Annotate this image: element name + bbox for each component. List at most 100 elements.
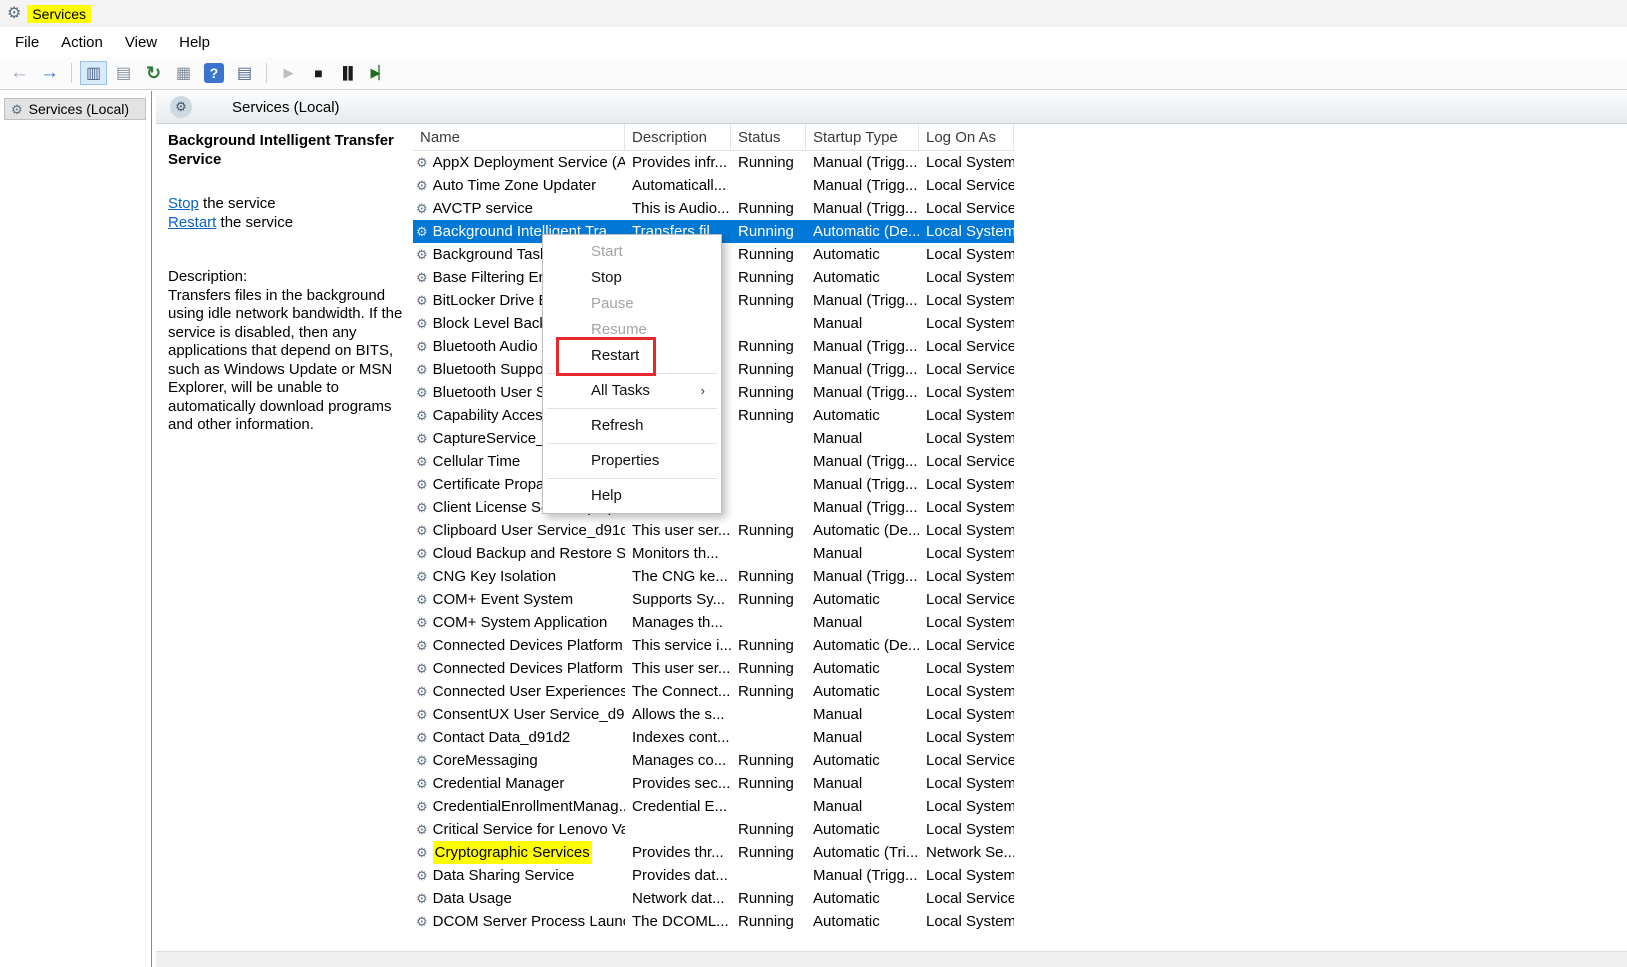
service-row[interactable]: ⚙ COM+ System Application Manages th... … [413,611,1014,634]
titlebar: ⚙ Services [0,0,1627,27]
service-gear-icon: ⚙ [416,731,428,744]
back-icon[interactable]: ← [6,61,33,85]
service-row[interactable]: ⚙ Critical Service for Lenovo Va... Runn… [413,818,1014,841]
column-header-startup-type[interactable]: Startup Type [806,124,919,150]
help-icon[interactable]: ? [204,63,224,83]
column-header-log-on-as[interactable]: Log On As [919,124,1014,150]
service-gear-icon: ⚙ [416,317,428,330]
show-console-tree-icon[interactable]: ▥ [80,61,107,85]
refresh-icon[interactable]: ↻ [140,61,167,85]
stop-service-link[interactable]: Stop [168,195,199,212]
context-menu-item-refresh[interactable]: Refresh [545,413,719,439]
service-row[interactable]: ⚙ CredentialEnrollmentManag... Credentia… [413,795,1014,818]
column-header-name[interactable]: ⌃ Name [413,124,625,150]
service-row[interactable]: ⚙ AppX Deployment Service (A... Provides… [413,151,1014,174]
service-status [731,450,806,473]
context-menu-item-properties[interactable]: Properties [545,448,719,474]
service-name-cell: ⚙ Connected Devices Platform ... [413,634,625,657]
service-log-on-as: Local System [919,312,1014,335]
menu-view[interactable]: View [114,30,168,55]
service-row[interactable]: ⚙ Connected Devices Platform ... This us… [413,657,1014,680]
service-gear-icon: ⚙ [416,524,428,537]
service-status: Running [731,749,806,772]
service-status [731,473,806,496]
restart-service-line: Restart the service [168,214,416,233]
service-startup-type: Automatic [806,910,919,933]
service-row[interactable]: ⚙ DCOM Server Process Launc... The DCOML… [413,910,1014,933]
main-header-title: Services (Local) [232,99,340,116]
restart-service-link[interactable]: Restart [168,214,216,231]
service-startup-type: Manual [806,312,919,335]
show-action-pane-icon[interactable]: ▤ [231,61,258,85]
service-gear-icon: ⚙ [416,547,428,560]
service-startup-type: Automatic [806,243,919,266]
service-log-on-as: Local System [919,289,1014,312]
service-name-cell: ⚙ Cryptographic Services [413,841,625,864]
export-list-icon[interactable]: ▦ [170,61,197,85]
service-name: DCOM Server Process Launc... [433,910,625,933]
forward-icon[interactable]: → [36,61,63,85]
stop-service-icon[interactable]: ■ [305,61,332,85]
service-row[interactable]: ⚙ AVCTP service This is Audio... Running… [413,197,1014,220]
context-menu-item-stop[interactable]: Stop [545,265,719,291]
service-gear-icon: ⚙ [416,363,428,376]
service-gear-icon: ⚙ [416,225,428,238]
service-log-on-as: Local System [919,496,1014,519]
service-row[interactable]: ⚙ CNG Key Isolation The CNG ke... Runnin… [413,565,1014,588]
service-row[interactable]: ⚙ Contact Data_d91d2 Indexes cont... Man… [413,726,1014,749]
service-row[interactable]: ⚙ Connected User Experiences ... The Con… [413,680,1014,703]
service-startup-type: Manual [806,427,919,450]
stop-service-suffix: the service [199,195,276,212]
context-menu-item-all-tasks[interactable]: All Tasks› [545,378,719,404]
restart-service-icon[interactable]: ▶▏ [365,61,392,85]
service-row[interactable]: ⚙ COM+ Event System Supports Sy... Runni… [413,588,1014,611]
menu-separator [547,443,717,444]
service-status: Running [731,197,806,220]
properties-icon[interactable]: ▤ [110,61,137,85]
service-row[interactable]: ⚙ CoreMessaging Manages co... Running Au… [413,749,1014,772]
service-gear-icon: ⚙ [416,340,428,353]
context-menu-item-help[interactable]: Help [545,483,719,509]
context-menu-item-restart[interactable]: Restart [545,343,719,369]
service-row[interactable]: ⚙ Auto Time Zone Updater Automaticall...… [413,174,1014,197]
service-row[interactable]: ⚙ Credential Manager Provides sec... Run… [413,772,1014,795]
service-name: Credential Manager [433,772,565,795]
service-name-cell: ⚙ AppX Deployment Service (A... [413,151,625,174]
service-log-on-as: Local System [919,726,1014,749]
column-header-status[interactable]: Status [731,124,806,150]
menu-help[interactable]: Help [168,30,221,55]
service-status [731,703,806,726]
service-row[interactable]: ⚙ ConsentUX User Service_d91... Allows t… [413,703,1014,726]
service-description [625,818,731,841]
service-log-on-as: Local Service [919,197,1014,220]
tree-item-services-local[interactable]: ⚙ Services (Local) [4,98,146,120]
menu-action[interactable]: Action [50,30,114,55]
service-row[interactable]: ⚙ Data Usage Network dat... Running Auto… [413,887,1014,910]
service-description: This user ser... [625,519,731,542]
column-header-description[interactable]: Description [625,124,731,150]
menu-separator [547,373,717,374]
service-startup-type: Manual (Trigg... [806,174,919,197]
bottom-scrollbar-strip[interactable] [156,951,1627,967]
service-description: This is Audio... [625,197,731,220]
service-status: Running [731,818,806,841]
service-gear-icon: ⚙ [416,869,428,882]
tree-item-label: Services (Local) [29,101,129,117]
service-log-on-as: Local System [919,220,1014,243]
service-status: Running [731,910,806,933]
service-status [731,542,806,565]
pause-service-icon[interactable]: ▌▌ [335,61,362,85]
service-row[interactable]: ⚙ Cloud Backup and Restore S... Monitors… [413,542,1014,565]
service-row[interactable]: ⚙ Cryptographic Services Provides thr...… [413,841,1014,864]
description-label: Description: [168,268,416,287]
services-window: ⚙ Services File Action View Help ←→▥▤↻▦?… [0,0,1627,967]
service-row[interactable]: ⚙ Connected Devices Platform ... This se… [413,634,1014,657]
service-row[interactable]: ⚙ Clipboard User Service_d91d2 This user… [413,519,1014,542]
service-startup-type: Automatic [806,588,919,611]
service-log-on-as: Local System [919,657,1014,680]
service-status [731,726,806,749]
service-status: Running [731,565,806,588]
service-startup-type: Automatic [806,887,919,910]
menu-file[interactable]: File [4,30,50,55]
service-row[interactable]: ⚙ Data Sharing Service Provides dat... M… [413,864,1014,887]
